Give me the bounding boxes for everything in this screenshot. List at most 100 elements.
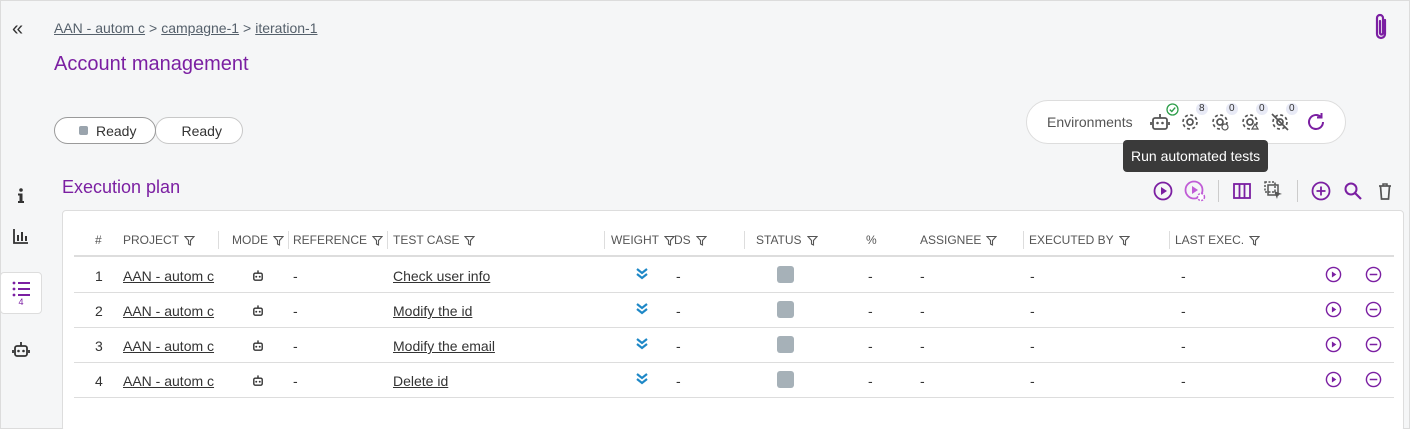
list-icon [12,281,30,296]
project-link[interactable]: AAN - autom c [123,268,214,284]
filter-icon[interactable] [184,235,196,246]
header-mode[interactable]: MODE [232,233,284,247]
breadcrumb: AAN - autom c > campagne-1 > iteration-1 [54,20,318,36]
tooltip: Run automated tests [1123,140,1269,172]
column-separator[interactable] [604,231,605,249]
filter-icon[interactable] [806,235,818,246]
header-project[interactable]: PROJECT [123,233,196,247]
project-link[interactable]: AAN - autom c [123,303,214,319]
header-status[interactable]: STATUS [756,233,818,247]
filter-icon[interactable] [986,235,998,246]
status-pill-label: Ready [96,122,137,139]
header-assignee[interactable]: ASSIGNEE [920,233,998,247]
toolbar-divider [1297,180,1298,202]
header-weight[interactable]: WEIGHT [611,233,675,247]
project-link[interactable]: AAN - autom c [123,373,214,389]
minus-circle-icon[interactable] [1365,301,1382,321]
header-ds[interactable]: DS [674,233,707,247]
test-case-link[interactable]: Check user info [393,268,490,284]
assignee-value: - [920,338,925,354]
assignee-value: - [920,303,925,319]
trash-icon[interactable] [1372,178,1398,204]
chart-icon[interactable] [0,216,42,256]
header-executed-by[interactable]: EXECUTED BY [1029,233,1130,247]
play-circle-icon[interactable] [1325,371,1342,391]
status-indicator[interactable] [777,336,794,353]
status-pill-ready[interactable]: Ready [155,117,243,144]
executed-by-value: - [1030,268,1035,284]
double-chevron-down-icon [635,302,649,319]
robot-icon [251,269,265,286]
robot-status-icon[interactable] [1145,103,1179,137]
filter-icon[interactable] [464,235,476,246]
double-chevron-down-icon [635,267,649,284]
breadcrumb-iteration[interactable]: iteration-1 [255,20,317,36]
robot-icon [251,339,265,356]
gear-icon[interactable]: 8 [1175,103,1208,137]
column-separator[interactable] [218,231,219,249]
minus-circle-icon[interactable] [1365,266,1382,286]
row-number: 3 [95,338,103,354]
row-number: 2 [95,303,103,319]
table-row[interactable]: 2 AAN - autom c - Modify the id - - - - - [74,293,1394,328]
search-icon[interactable] [1340,178,1366,204]
column-separator[interactable] [387,231,388,249]
column-separator[interactable] [288,231,289,249]
paperclip-icon[interactable] [1368,12,1394,45]
status-pill-ready-selected[interactable]: Ready [54,117,157,144]
gear-warning-icon[interactable]: 0 [1235,103,1268,137]
execution-plan-nav[interactable]: 4 [0,272,42,314]
filter-icon[interactable] [695,235,707,246]
breadcrumb-separator: > [149,20,158,36]
info-icon[interactable] [0,176,42,216]
breadcrumb-campaign[interactable]: campagne-1 [161,20,239,36]
filter-icon[interactable] [273,235,284,246]
run-automated-tests-icon[interactable] [1182,178,1208,204]
plan-count: 4 [18,296,24,307]
status-indicator[interactable] [777,266,794,283]
select-all-icon[interactable] [1261,178,1287,204]
plan-toolbar [1150,178,1404,204]
filter-icon[interactable] [1249,235,1261,246]
table-row[interactable]: 1 AAN - autom c - Check user info - - - - - [74,258,1394,293]
filter-icon[interactable] [372,235,384,246]
last-exec-value: - [1181,373,1186,389]
robot-icon[interactable] [0,330,42,370]
gear-pending-icon[interactable]: 0 [1205,103,1238,137]
column-separator[interactable] [1023,231,1024,249]
play-circle-icon[interactable] [1325,336,1342,356]
gear-off-icon[interactable]: 0 [1265,103,1298,137]
test-case-link[interactable]: Modify the id [393,303,472,319]
status-pill-label: Ready [181,122,222,139]
toolbar-divider [1218,180,1219,202]
column-separator[interactable] [744,231,745,249]
filter-icon[interactable] [1118,235,1130,246]
header-last-exec[interactable]: LAST EXEC. [1175,233,1261,247]
test-case-link[interactable]: Delete id [393,373,448,389]
test-case-link[interactable]: Modify the email [393,338,495,354]
row-number: 4 [95,373,103,389]
refresh-icon[interactable] [1301,107,1331,137]
columns-icon[interactable] [1229,178,1255,204]
header-reference[interactable]: REFERENCE [293,233,384,247]
breadcrumb-project[interactable]: AAN - autom c [54,20,145,36]
play-circle-icon[interactable] [1150,178,1176,204]
robot-icon [251,374,265,391]
play-circle-icon[interactable] [1325,301,1342,321]
status-indicator[interactable] [777,371,794,388]
page-title: Account management [54,53,249,75]
column-separator[interactable] [1169,231,1170,249]
table-row[interactable]: 3 AAN - autom c - Modify the email - - - - - [74,328,1394,363]
header-percent: % [866,233,877,247]
minus-circle-icon[interactable] [1365,371,1382,391]
side-nav: 4 [0,176,44,370]
play-circle-icon[interactable] [1325,266,1342,286]
minus-circle-icon[interactable] [1365,336,1382,356]
add-circle-icon[interactable] [1308,178,1334,204]
table-row[interactable]: 4 AAN - autom c - Delete id - - - - - [74,363,1394,398]
project-link[interactable]: AAN - autom c [123,338,214,354]
status-indicator[interactable] [777,301,794,318]
collapse-sidebar-icon[interactable]: « [12,19,23,39]
ds-value: - [676,268,681,284]
header-test-case[interactable]: TEST CASE [393,233,476,247]
